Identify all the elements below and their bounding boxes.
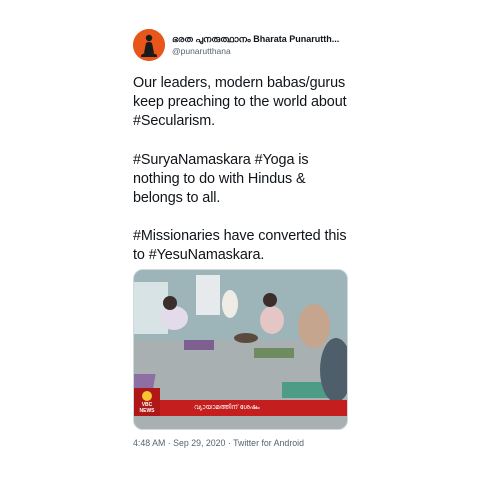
avatar[interactable] [133, 29, 165, 61]
video-caption: വ്യായാമത്തിന് ശേഷം [194, 404, 260, 411]
author-handle[interactable]: @punarutthana [172, 45, 348, 57]
tweet-video-thumbnail[interactable]: VBC NEWS വ്യായാമത്തിന് ശേഷം [133, 269, 348, 430]
tweet-timestamp[interactable]: 4:48 AM · Sep 29, 2020 · Twitter for And… [133, 438, 304, 448]
channel-logo: VBC NEWS [139, 402, 155, 414]
author-display-name[interactable]: ഭരത പുനരുത്ഥാനം Bharata Punarutth... [172, 33, 348, 45]
tweet-card: ഭരത പുനരുത്ഥാനം Bharata Punarutth... @pu… [133, 28, 348, 448]
tweet-paragraph-1: Our leaders, modern babas/gurus keep pre… [133, 75, 347, 130]
tweet-paragraph-2: #SuryaNamaskara #Yoga is nothing to do w… [133, 151, 309, 207]
author-names: ഭരത പുനരുത്ഥാനം Bharata Punarutth... @pu… [172, 33, 348, 57]
tweet-header: ഭരത പുനരുത്ഥാനം Bharata Punarutth... @pu… [133, 28, 348, 62]
tweet-text: Our leaders, modern babas/gurus keep pre… [133, 74, 348, 266]
meditating-figure-icon [133, 29, 165, 61]
tweet-paragraph-3: #Missionaries have converted this to #Ye… [133, 228, 347, 264]
